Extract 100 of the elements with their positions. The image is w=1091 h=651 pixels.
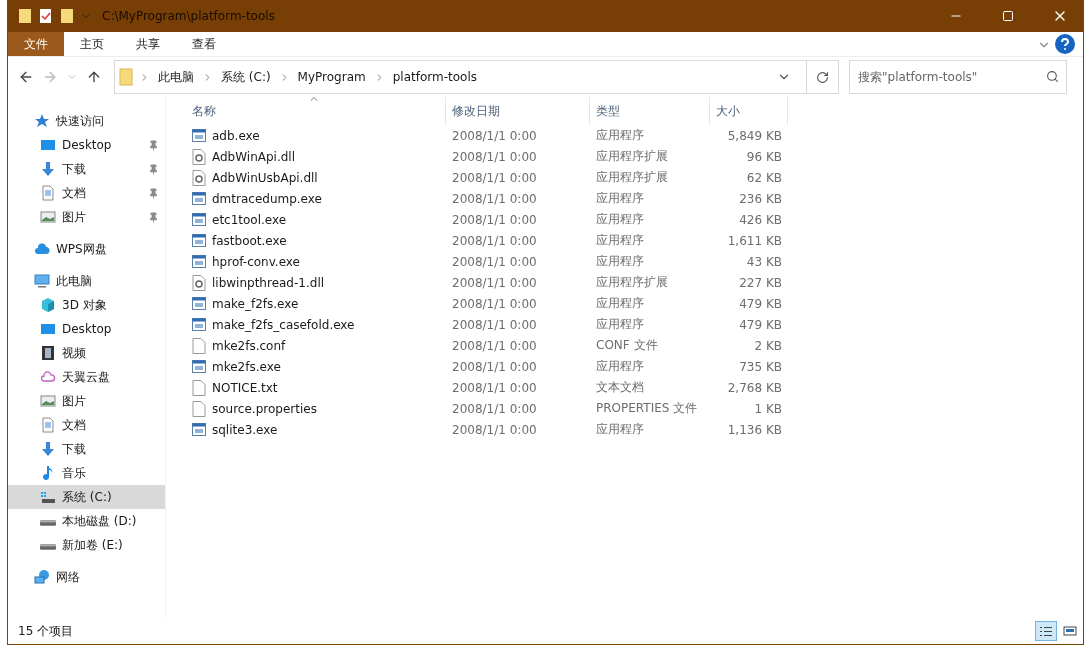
sidebar-item[interactable]: 快速访问 [8,109,165,133]
file-name[interactable]: dmtracedump.exe [186,188,446,209]
properties-icon[interactable] [38,8,54,24]
cloud-outline-icon [40,369,56,385]
sidebar-item[interactable]: WPS网盘 [8,237,165,261]
sidebar-item[interactable]: 下载 [8,437,165,461]
sidebar-item[interactable]: 天翼云盘 [8,365,165,389]
gear-document-icon [192,169,206,186]
sidebar-item[interactable]: 此电脑 [8,269,165,293]
application-icon [192,358,206,375]
modified-date: 2008/1/1 0:00 [451,316,538,334]
file-name[interactable]: mke2fs.exe [186,356,446,377]
document-icon [192,400,206,417]
file-name[interactable]: NOTICE.txt [186,377,446,398]
modified-date: 2008/1/1 0:00 [451,211,538,229]
sidebar-item[interactable]: 音乐 [8,461,165,485]
file-type: 应用程序 [595,358,645,375]
modified-date: 2008/1/1 0:00 [451,274,538,292]
folder-icon [18,8,32,24]
breadcrumb-item[interactable]: 此电脑 [156,68,196,86]
system-drive-icon [40,489,56,505]
file-size: 1 KB [753,400,783,418]
details-view-button[interactable] [1035,621,1057,641]
modified-date: 2008/1/1 0:00 [451,232,538,250]
file-type: CONF 文件 [595,337,659,354]
star-icon [34,113,50,129]
file-name[interactable]: mke2fs.conf [186,335,446,356]
search-field[interactable]: 搜索"platform-tools" [849,60,1067,94]
file-size: 43 KB [745,253,783,271]
file-name[interactable]: source.properties [186,398,446,419]
breadcrumb-item[interactable]: 系统 (C:) [219,68,273,86]
application-icon [192,316,206,333]
sidebar-item[interactable]: 视频 [8,341,165,365]
ribbon-tab[interactable]: 主页 [64,32,120,56]
file-name[interactable]: AdbWinUsbApi.dll [186,167,446,188]
sidebar-item[interactable]: Desktop [8,133,165,157]
document-icon [192,337,206,354]
sidebar-item[interactable]: 网络 [8,565,165,589]
question-mark-icon [1060,38,1070,50]
file-name[interactable]: etc1tool.exe [186,209,446,230]
sidebar-item[interactable]: 3D 对象 [8,293,165,317]
forward-arrow-icon [42,69,58,85]
computer-icon [34,273,50,289]
help-button[interactable] [1055,34,1075,54]
breadcrumb-item[interactable]: MyProgram [295,70,368,84]
file-type: 应用程序 [595,316,645,333]
folder-icon [119,68,133,86]
modified-date: 2008/1/1 0:00 [451,148,538,166]
document-icon [40,185,56,201]
file-size: 479 KB [738,295,783,313]
file-name[interactable]: make_f2fs_casefold.exe [186,314,446,335]
file-type: 应用程序 [595,295,645,312]
file-size: 227 KB [738,274,783,292]
list-icon [1040,626,1052,636]
file-type: 应用程序 [595,127,645,144]
gear-document-icon [192,274,206,291]
sidebar-item[interactable]: 文档 [8,181,165,205]
modified-date: 2008/1/1 0:00 [451,421,538,439]
drive-icon [40,544,56,550]
application-icon [192,295,206,312]
sidebar-item[interactable]: 图片 [8,389,165,413]
file-name[interactable]: libwinpthread-1.dll [186,272,446,293]
sidebar-item[interactable]: 图片 [8,205,165,229]
new-folder-icon[interactable] [60,8,74,24]
file-size: 96 KB [745,148,783,166]
file-size: 2 KB [753,337,783,355]
modified-date: 2008/1/1 0:00 [451,295,538,313]
ribbon-tab[interactable]: 共享 [120,32,176,56]
sidebar-item[interactable]: 系统 (C:) [8,485,165,509]
sidebar-item[interactable]: 文档 [8,413,165,437]
file-size: 426 KB [738,211,783,229]
column-header[interactable]: 修改日期 [446,97,590,125]
column-header[interactable]: 大小 [710,97,788,125]
sidebar-item[interactable]: 下载 [8,157,165,181]
file-name[interactable]: hprof-conv.exe [186,251,446,272]
file-size: 5,849 KB [726,127,783,145]
address-bar[interactable]: 此电脑 系统 (C:) MyProgram platform-tools [114,60,839,94]
column-header[interactable]: 名称 [186,97,446,125]
column-header[interactable]: 类型 [590,97,710,125]
ribbon-tab[interactable]: 文件 [8,32,64,56]
file-size: 1,611 KB [726,232,783,250]
file-size: 2,768 KB [726,379,783,397]
file-size: 735 KB [738,358,783,376]
window-title: C:\MyProgram\platform-tools [102,9,276,23]
file-name[interactable]: make_f2fs.exe [186,293,446,314]
application-icon [192,232,206,249]
ribbon-tab[interactable]: 查看 [176,32,232,56]
sidebar-item[interactable]: 本地磁盘 (D:) [8,509,165,533]
file-name[interactable]: fastboot.exe [186,230,446,251]
sidebar-item[interactable]: Desktop [8,317,165,341]
file-type: 应用程序 [595,421,645,438]
file-name[interactable]: adb.exe [186,125,446,146]
file-name[interactable]: AdbWinApi.dll [186,146,446,167]
down-arrow-icon [40,161,56,177]
breadcrumb-item[interactable]: platform-tools [390,70,479,84]
sidebar-item[interactable]: 新加卷 (E:) [8,533,165,557]
application-icon [192,421,206,438]
file-name[interactable]: sqlite3.exe [186,419,446,440]
file-type: 应用程序 [595,211,645,228]
application-icon [192,127,206,144]
